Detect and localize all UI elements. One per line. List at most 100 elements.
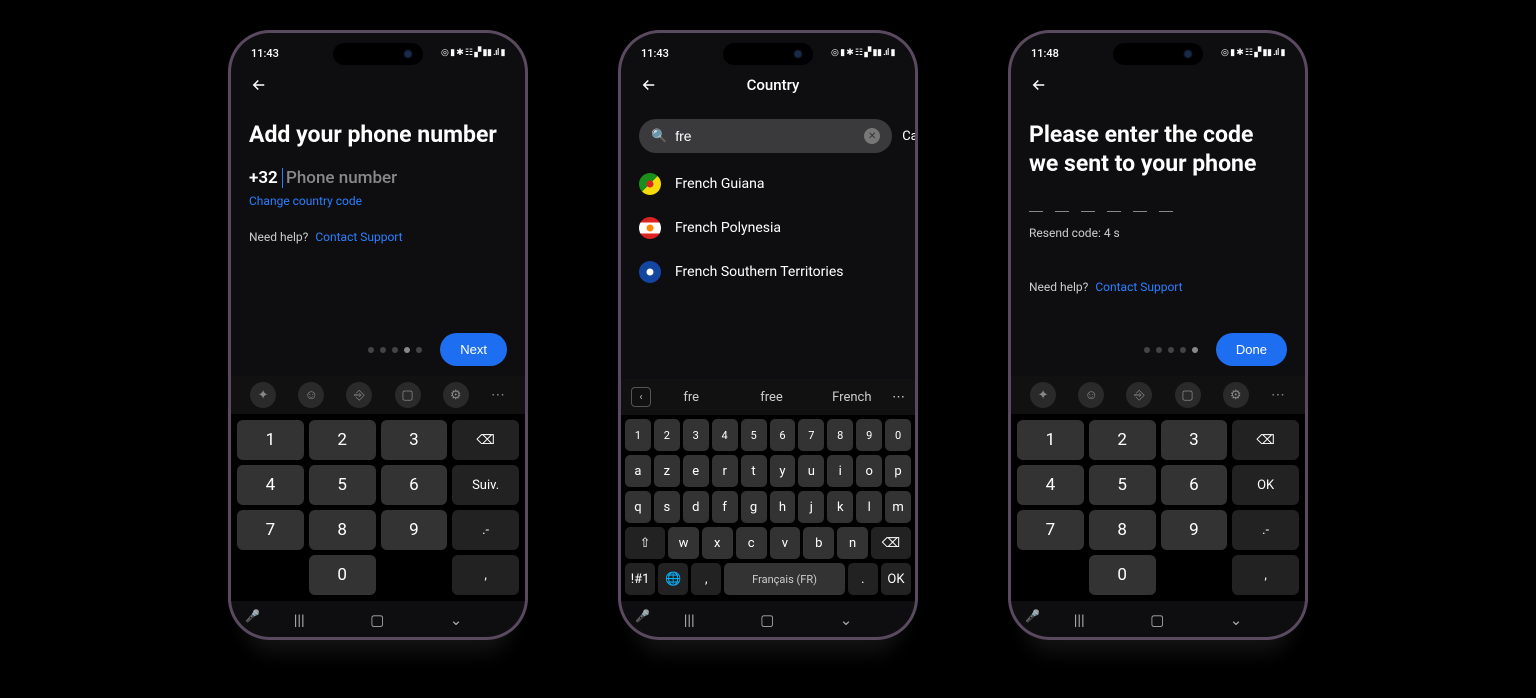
home-icon[interactable]: ▢ [370,611,384,629]
clear-icon[interactable]: ✕ [864,128,880,144]
keypad-key[interactable]: , [452,555,519,595]
keyboard-key[interactable]: 1 [625,419,651,451]
keyboard-key[interactable]: a [625,455,651,487]
keyboard-key[interactable]: , [691,563,721,595]
keyboard-key[interactable]: o [856,455,882,487]
keypad-key[interactable]: Suiv. [452,465,519,505]
attach-icon[interactable]: ⎆ [346,382,372,408]
keyboard-key[interactable]: b [803,527,834,559]
attach-icon[interactable]: ⎆ [1126,382,1152,408]
keypad-key[interactable]: .- [1232,510,1299,550]
keypad-key[interactable]: ⌫ [452,420,519,460]
keypad-key[interactable]: 6 [1161,465,1228,505]
home-icon[interactable]: ▢ [1150,611,1164,629]
recents-icon[interactable]: ||| [294,611,305,629]
contact-support-link[interactable]: Contact Support [1095,280,1182,294]
keyboard-key[interactable]: 8 [827,419,853,451]
keypad-key[interactable]: 3 [381,420,448,460]
keyboard-key[interactable]: t [741,455,767,487]
keyboard-key[interactable]: 5 [741,419,767,451]
keyboard-key[interactable]: ⌫ [871,527,911,559]
keyboard-key[interactable]: 6 [770,419,796,451]
keypad-key[interactable]: .- [452,510,519,550]
more-icon[interactable]: ⋯ [491,387,506,403]
back-icon[interactable] [249,75,269,95]
code-input[interactable] [1029,201,1287,213]
keyboard-key[interactable]: p [885,455,911,487]
keypad-key[interactable]: 0 [309,555,376,595]
keyboard-key[interactable]: z [654,455,680,487]
recents-icon[interactable]: ||| [1074,611,1085,629]
keyboard-key[interactable]: v [770,527,801,559]
keyboard-key[interactable]: h [770,491,796,523]
keyboard-key[interactable]: . [848,563,878,595]
keypad-key[interactable]: 8 [309,510,376,550]
keyboard-key[interactable]: u [798,455,824,487]
keyboard-key[interactable]: m [885,491,911,523]
keypad-key[interactable]: 4 [237,465,304,505]
gear-icon[interactable]: ⚙ [443,382,469,408]
toolbar-icon[interactable]: ✦ [1030,382,1056,408]
contact-support-link[interactable]: Contact Support [315,230,402,244]
recents-icon[interactable]: ||| [684,611,695,629]
keypad-key[interactable]: OK [1232,465,1299,505]
keyboard-key[interactable]: d [683,491,709,523]
keyboard-key[interactable]: x [702,527,733,559]
keyboard-key[interactable]: 7 [798,419,824,451]
keypad-key[interactable]: 2 [1089,420,1156,460]
keyboard-key[interactable]: r [712,455,738,487]
back-nav-icon[interactable]: ⌄ [450,611,463,629]
keyboard-key[interactable]: !#1 [625,563,655,595]
keypad-key[interactable]: 1 [1017,420,1084,460]
home-icon[interactable]: ▢ [760,611,774,629]
country-item[interactable]: French Guiana [639,173,897,195]
keyboard-key[interactable]: 3 [683,419,709,451]
keypad-key[interactable]: 9 [381,510,448,550]
change-country-code-link[interactable]: Change country code [249,194,507,208]
mic-icon[interactable]: 🎤 [245,609,260,623]
mic-icon[interactable]: 🎤 [1025,609,1040,623]
keyboard-key[interactable]: y [770,455,796,487]
keyboard-key[interactable]: n [837,527,868,559]
keyboard-key[interactable]: 9 [856,419,882,451]
country-item[interactable]: French Southern Territories [639,261,897,283]
keypad-key[interactable]: 0 [1089,555,1156,595]
keypad-key[interactable]: 1 [237,420,304,460]
keyboard-key[interactable]: j [798,491,824,523]
expand-icon[interactable]: ‹ [631,387,651,407]
keypad-key[interactable]: 7 [1017,510,1084,550]
gear-icon[interactable]: ⚙ [1223,382,1249,408]
next-button[interactable]: Next [440,333,507,366]
country-item[interactable]: French Polynesia [639,217,897,239]
keyboard-key[interactable]: 4 [712,419,738,451]
toolbar-icon[interactable]: ✦ [250,382,276,408]
done-button[interactable]: Done [1216,333,1287,366]
mic-icon[interactable]: 🎤 [635,609,650,623]
clipboard-icon[interactable]: ▢ [1175,382,1201,408]
emoji-icon[interactable]: ☺ [1078,382,1104,408]
keyboard-key[interactable]: Français (FR) [724,563,844,595]
keyboard-key[interactable]: 2 [654,419,680,451]
back-nav-icon[interactable]: ⌄ [1230,611,1243,629]
keypad-key[interactable]: 5 [309,465,376,505]
keyboard-key[interactable]: 🌐 [658,563,688,595]
keypad-key[interactable]: , [1232,555,1299,595]
keypad-key[interactable]: 9 [1161,510,1228,550]
keypad-key[interactable]: 4 [1017,465,1084,505]
emoji-icon[interactable]: ☺ [298,382,324,408]
more-icon[interactable]: ⋯ [892,390,905,405]
keyboard-key[interactable]: k [827,491,853,523]
keyboard-key[interactable]: 0 [885,419,911,451]
keypad-key[interactable]: 8 [1089,510,1156,550]
keyboard-key[interactable]: w [668,527,699,559]
keypad-key[interactable]: 3 [1161,420,1228,460]
keyboard-key[interactable]: OK [881,563,911,595]
back-nav-icon[interactable]: ⌄ [840,611,853,629]
suggestion[interactable]: free [731,390,811,405]
clipboard-icon[interactable]: ▢ [395,382,421,408]
keyboard-key[interactable]: c [736,527,767,559]
keyboard-key[interactable]: f [712,491,738,523]
keypad-key[interactable]: 6 [381,465,448,505]
keypad-key[interactable]: ⌫ [1232,420,1299,460]
cancel-button[interactable]: Cancel [902,129,918,144]
